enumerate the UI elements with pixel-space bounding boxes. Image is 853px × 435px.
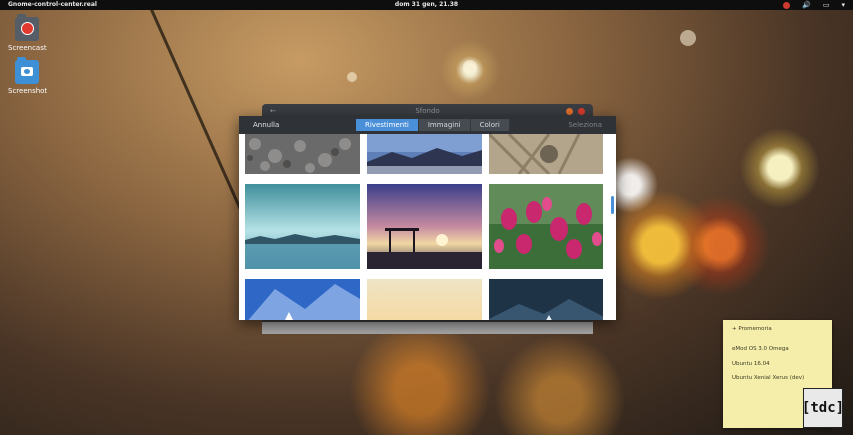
window-title: Sfondo — [415, 107, 440, 115]
grid-scrollbar[interactable] — [611, 196, 614, 214]
system-tray[interactable]: 🔊 ▭ ▾ — [783, 0, 845, 10]
wallpaper-thumbnail[interactable] — [367, 184, 482, 269]
wallpaper-bokeh — [463, 60, 477, 74]
desktop-icon-label: Screencast — [8, 44, 47, 52]
clock[interactable]: dom 31 gen, 21.38 — [0, 0, 853, 10]
note-line: Ubuntu 16.04 — [732, 361, 770, 367]
tab-colors[interactable]: Colori — [470, 119, 510, 131]
wallpaper-chooser-dialog: Annulla Rivestimenti Immagini Colori Sel… — [239, 116, 616, 320]
cancel-button[interactable]: Annulla — [253, 116, 279, 134]
wallpaper-umbrella-edge — [150, 8, 251, 230]
note-line: Ubuntu Xenial Xerus (dev) — [732, 375, 805, 381]
desktop-icon-screencast[interactable]: Screencast — [8, 14, 47, 52]
wallpaper-bokeh — [680, 30, 696, 46]
wallpaper-thumbnail[interactable] — [245, 134, 360, 174]
top-bar: Gnome-control-center.real dom 31 gen, 21… — [0, 0, 853, 10]
wallpaper-bokeh — [347, 72, 357, 82]
wallpaper-thumbnail[interactable] — [245, 279, 360, 320]
tab-pictures[interactable]: Immagini — [418, 119, 471, 131]
note-line: eMod OS 3.0 Omega — [732, 346, 789, 352]
screenshot-folder-icon — [15, 57, 39, 84]
desktop-icon-label: Screenshot — [8, 87, 48, 95]
volume-icon[interactable]: 🔊 — [802, 0, 811, 10]
recording-indicator-icon[interactable] — [783, 1, 791, 9]
wallpaper-thumbnail[interactable] — [489, 184, 603, 269]
source-tabs: Rivestimenti Immagini Colori — [356, 119, 510, 131]
window-footer — [262, 322, 593, 334]
wallpaper-thumbnail[interactable] — [489, 279, 603, 320]
dialog-header: Annulla Rivestimenti Immagini Colori Sel… — [239, 116, 616, 134]
tab-wallpapers[interactable]: Rivestimenti — [356, 119, 419, 131]
wallpaper-thumbnail[interactable] — [367, 134, 482, 174]
close-button[interactable] — [578, 108, 585, 115]
minimize-button[interactable] — [566, 108, 573, 115]
wallpaper-grid — [245, 134, 603, 320]
desktop-icon-screenshot[interactable]: Screenshot — [8, 57, 48, 95]
channel-logo: [tdc] — [802, 388, 844, 428]
wallpaper-thumbnail[interactable] — [367, 279, 482, 320]
add-note-button[interactable]: + Promemoria — [732, 326, 772, 332]
screencast-folder-icon — [15, 14, 39, 41]
battery-icon[interactable]: ▭ — [823, 0, 830, 10]
wallpaper-thumbnail[interactable] — [489, 134, 603, 174]
wallpaper-thumbnail[interactable] — [245, 184, 360, 269]
select-button[interactable]: Seleziona — [568, 116, 602, 134]
system-menu-icon[interactable]: ▾ — [841, 0, 845, 10]
